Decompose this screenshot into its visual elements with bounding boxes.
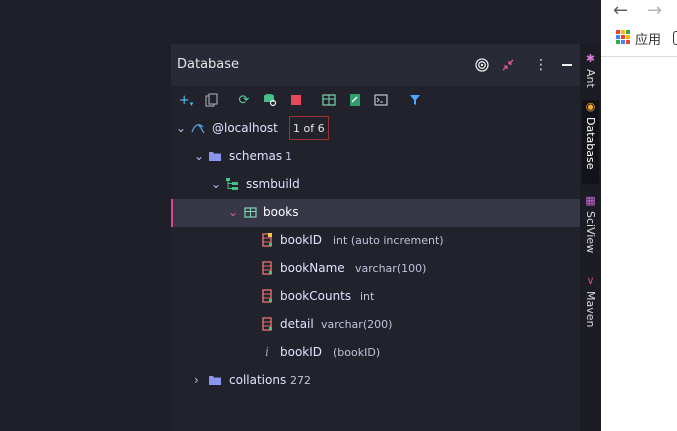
mysql-icon [191, 121, 205, 135]
collations-label: collations [229, 373, 287, 387]
collapse-icon[interactable] [499, 56, 517, 74]
copy-icon[interactable] [202, 91, 220, 109]
panel-title: Database [177, 57, 240, 72]
forward-icon[interactable]: → [647, 0, 662, 21]
table-icon [243, 205, 257, 219]
chevron-down-icon[interactable]: ⌄ [211, 177, 223, 191]
table-icon[interactable] [320, 91, 338, 109]
apps-grid-icon[interactable] [616, 30, 630, 44]
column-type: varchar(200) [321, 318, 393, 331]
tab-database[interactable]: ◉ Database [582, 100, 599, 184]
tab-sciview-label: SciView [584, 211, 597, 254]
index-meta: (bookID) [333, 346, 381, 359]
column-icon [260, 261, 274, 275]
tree-node-books[interactable]: ⌄ books [171, 199, 580, 227]
column-type: int (auto increment) [333, 234, 444, 247]
chevron-right-icon[interactable]: › [194, 373, 206, 387]
collations-count: 272 [290, 374, 311, 387]
ant-icon: ✱ [585, 52, 596, 65]
index-icon: i [265, 345, 269, 359]
column-row[interactable]: bookCounts int [171, 283, 580, 311]
database-icon: ◉ [585, 100, 596, 113]
chevron-down-icon[interactable]: ⌄ [176, 121, 188, 135]
toolbar-divider [601, 56, 677, 57]
chevron-down-icon[interactable]: ⌄ [228, 205, 240, 219]
refresh-icon[interactable]: ⟳ [235, 91, 253, 109]
host-label: @localhost [212, 121, 278, 135]
bookmark-edge-icon [673, 31, 677, 45]
tab-maven[interactable]: ∨ Maven [582, 274, 599, 330]
books-label: books [263, 205, 299, 219]
column-row[interactable]: bookID int (auto increment) [171, 227, 580, 255]
console-icon[interactable] [372, 91, 390, 109]
tab-database-label: Database [584, 117, 597, 170]
target-icon[interactable] [473, 56, 491, 74]
stop-icon[interactable] [287, 91, 305, 109]
tab-maven-label: Maven [584, 291, 597, 328]
schema-icon[interactable] [261, 91, 279, 109]
column-icon [260, 289, 274, 303]
tree-node-schemas[interactable]: ⌄ schemas 1 [171, 143, 580, 171]
folder-icon [208, 149, 222, 163]
column-row[interactable]: bookName varchar(100) [171, 255, 580, 283]
column-icon [260, 317, 274, 331]
column-name: bookID [280, 233, 323, 247]
editor-background [0, 0, 171, 431]
column-row[interactable]: detail varchar(200) [171, 311, 580, 339]
browser-window: ← → 应用 [601, 0, 677, 431]
filter-icon[interactable] [406, 91, 424, 109]
tree-node-host[interactable]: ⌄ @localhost 1 of 6 [171, 115, 580, 143]
ssmbuild-label: ssmbuild [246, 177, 300, 191]
index-row[interactable]: i bookID (bookID) [171, 339, 580, 367]
primary-key-column-icon [260, 233, 274, 247]
sciview-icon: ▦ [585, 194, 596, 207]
index-name: bookID [280, 345, 323, 359]
column-name: detail [280, 317, 314, 331]
edit-icon[interactable] [346, 91, 364, 109]
column-name: bookName [280, 261, 345, 275]
tab-ant-label: Ant [584, 69, 597, 88]
tab-sciview[interactable]: ▦ SciView [582, 194, 599, 260]
more-icon[interactable]: ⋮ [532, 56, 550, 74]
database-tool-window: Database ⋮ + ▾ ⟳ ⌄ @localhost 1 of 6 ⌄ s… [171, 44, 580, 431]
panel-header: Database ⋮ [171, 44, 580, 86]
host-badge[interactable]: 1 of 6 [289, 116, 329, 140]
right-tool-strip: ✱ Ant ◉ Database ▦ SciView ∨ Maven [580, 44, 601, 431]
tab-ant[interactable]: ✱ Ant [582, 52, 599, 94]
column-type: varchar(100) [355, 262, 427, 275]
schema-tree-icon [225, 177, 239, 191]
toolbar: + ▾ ⟳ [171, 86, 580, 114]
folder-icon [208, 373, 222, 387]
tree-node-collations[interactable]: › collations 272 [171, 367, 580, 395]
tree-node-ssmbuild[interactable]: ⌄ ssmbuild [171, 171, 580, 199]
back-icon[interactable]: ← [613, 0, 628, 21]
chevron-down-icon[interactable]: ⌄ [194, 149, 206, 163]
apps-label[interactable]: 应用 [635, 29, 661, 48]
minimize-icon[interactable] [558, 56, 576, 74]
add-icon[interactable]: + ▾ [177, 91, 195, 109]
schemas-label: schemas [229, 149, 283, 163]
maven-icon: ∨ [586, 274, 595, 287]
column-type: int [360, 290, 375, 303]
schemas-count: 1 [285, 150, 292, 163]
column-name: bookCounts [280, 289, 352, 303]
